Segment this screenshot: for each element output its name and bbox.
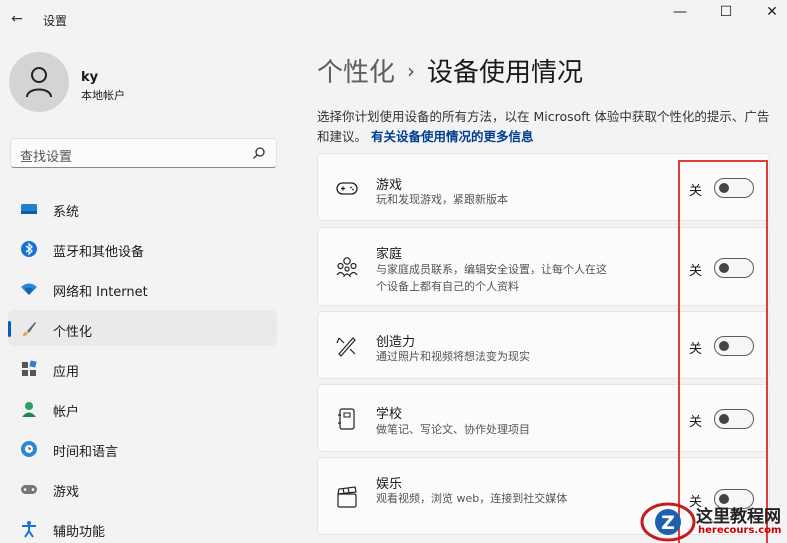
sidebar-item-label: 系统 <box>53 205 80 220</box>
chevron-right-icon: › <box>407 59 416 83</box>
sidebar-item-accounts[interactable]: 帐户 <box>8 390 277 426</box>
close-button[interactable]: ✕ <box>749 0 787 26</box>
bluetooth-icon <box>21 241 37 257</box>
sidebar-item-label: 帐户 <box>53 405 80 420</box>
sidebar-item-label: 个性化 <box>53 325 93 340</box>
sidebar-item-label: 蓝牙和其他设备 <box>53 245 145 260</box>
user-account-type: 本地帐户 <box>81 89 125 102</box>
search-placeholder: 查找设置 <box>20 150 73 165</box>
title-bar: ← 设置 — ☐ ✕ <box>0 0 787 40</box>
gamepad-icon <box>21 485 37 494</box>
card-title: 学校 <box>376 407 403 422</box>
app-title: 设置 <box>43 14 68 28</box>
sidebar-item-label: 时间和语言 <box>53 445 119 460</box>
sidebar-item-network[interactable]: 网络和 Internet <box>8 270 277 306</box>
highlight-box <box>678 160 768 543</box>
page-description: 选择你计划使用设备的所有方法，以在 Microsoft 体验中获取个性化的提示、… <box>317 107 777 147</box>
maximize-button[interactable]: ☐ <box>703 0 749 26</box>
wifi-icon <box>21 283 37 295</box>
notebook-icon <box>338 408 355 430</box>
apps-icon <box>22 360 37 376</box>
clapperboard-icon <box>337 486 357 508</box>
accessibility-icon <box>22 521 36 538</box>
sidebar-item-gaming[interactable]: 游戏 <box>8 470 277 506</box>
search-icon[interactable] <box>252 146 266 160</box>
watermark: Z 这里教程网 herecours.com <box>640 498 787 543</box>
sidebar-item-label: 网络和 Internet <box>53 285 148 300</box>
creativity-icon <box>336 337 356 357</box>
sidebar-item-accessibility[interactable]: 辅助功能 <box>8 510 277 543</box>
sidebar-item-label: 应用 <box>53 365 80 380</box>
avatar[interactable] <box>9 52 69 112</box>
back-button[interactable]: ← <box>6 8 28 30</box>
learn-more-link[interactable]: 有关设备使用情况的更多信息 <box>371 129 534 144</box>
brush-icon <box>23 322 36 336</box>
sidebar-item-label: 游戏 <box>53 485 80 500</box>
sidebar-item-time-language[interactable]: 时间和语言 <box>8 430 277 466</box>
sidebar-nav: 系统 蓝牙和其他设备 网络和 Internet 个性化 应用 帐户 时间和语言 … <box>8 190 277 543</box>
breadcrumb: 个性化 › 设备使用情况 <box>317 52 583 89</box>
person-icon <box>26 67 52 98</box>
watermark-title: 这里教程网 <box>696 507 781 527</box>
gamepad-icon <box>336 182 358 195</box>
sidebar-item-bluetooth[interactable]: 蓝牙和其他设备 <box>8 230 277 266</box>
card-description: 玩和发现游戏，紧跟新版本 <box>376 193 508 206</box>
user-name: ky <box>81 70 99 85</box>
z-logo-icon: Z <box>640 502 696 542</box>
search-input[interactable]: 查找设置 <box>10 138 277 168</box>
card-title: 家庭 <box>376 247 403 262</box>
sidebar-item-label: 辅助功能 <box>53 525 106 540</box>
card-description: 通过照片和视频将想法变为现实 <box>376 350 530 363</box>
minimize-button[interactable]: — <box>657 0 703 26</box>
breadcrumb-parent[interactable]: 个性化 <box>317 58 395 88</box>
card-description: 与家庭成员联系，编辑安全设置，让每个人在这个设备上都有自己的个人资料 <box>376 263 607 293</box>
card-description: 观看视频，浏览 web，连接到社交媒体 <box>376 492 568 505</box>
sidebar-item-personalization[interactable]: 个性化 <box>8 310 277 346</box>
monitor-icon <box>21 204 37 214</box>
sidebar-item-system[interactable]: 系统 <box>8 190 277 226</box>
active-indicator <box>8 321 11 337</box>
watermark-url: herecours.com <box>698 525 782 536</box>
family-icon <box>336 257 358 278</box>
sidebar-item-apps[interactable]: 应用 <box>8 350 277 386</box>
globe-clock-icon <box>21 441 37 457</box>
svg-text:Z: Z <box>661 512 675 534</box>
page-title: 设备使用情况 <box>427 58 584 88</box>
account-icon <box>22 402 36 417</box>
card-description: 做笔记、写论文、协作处理项目 <box>376 423 530 436</box>
